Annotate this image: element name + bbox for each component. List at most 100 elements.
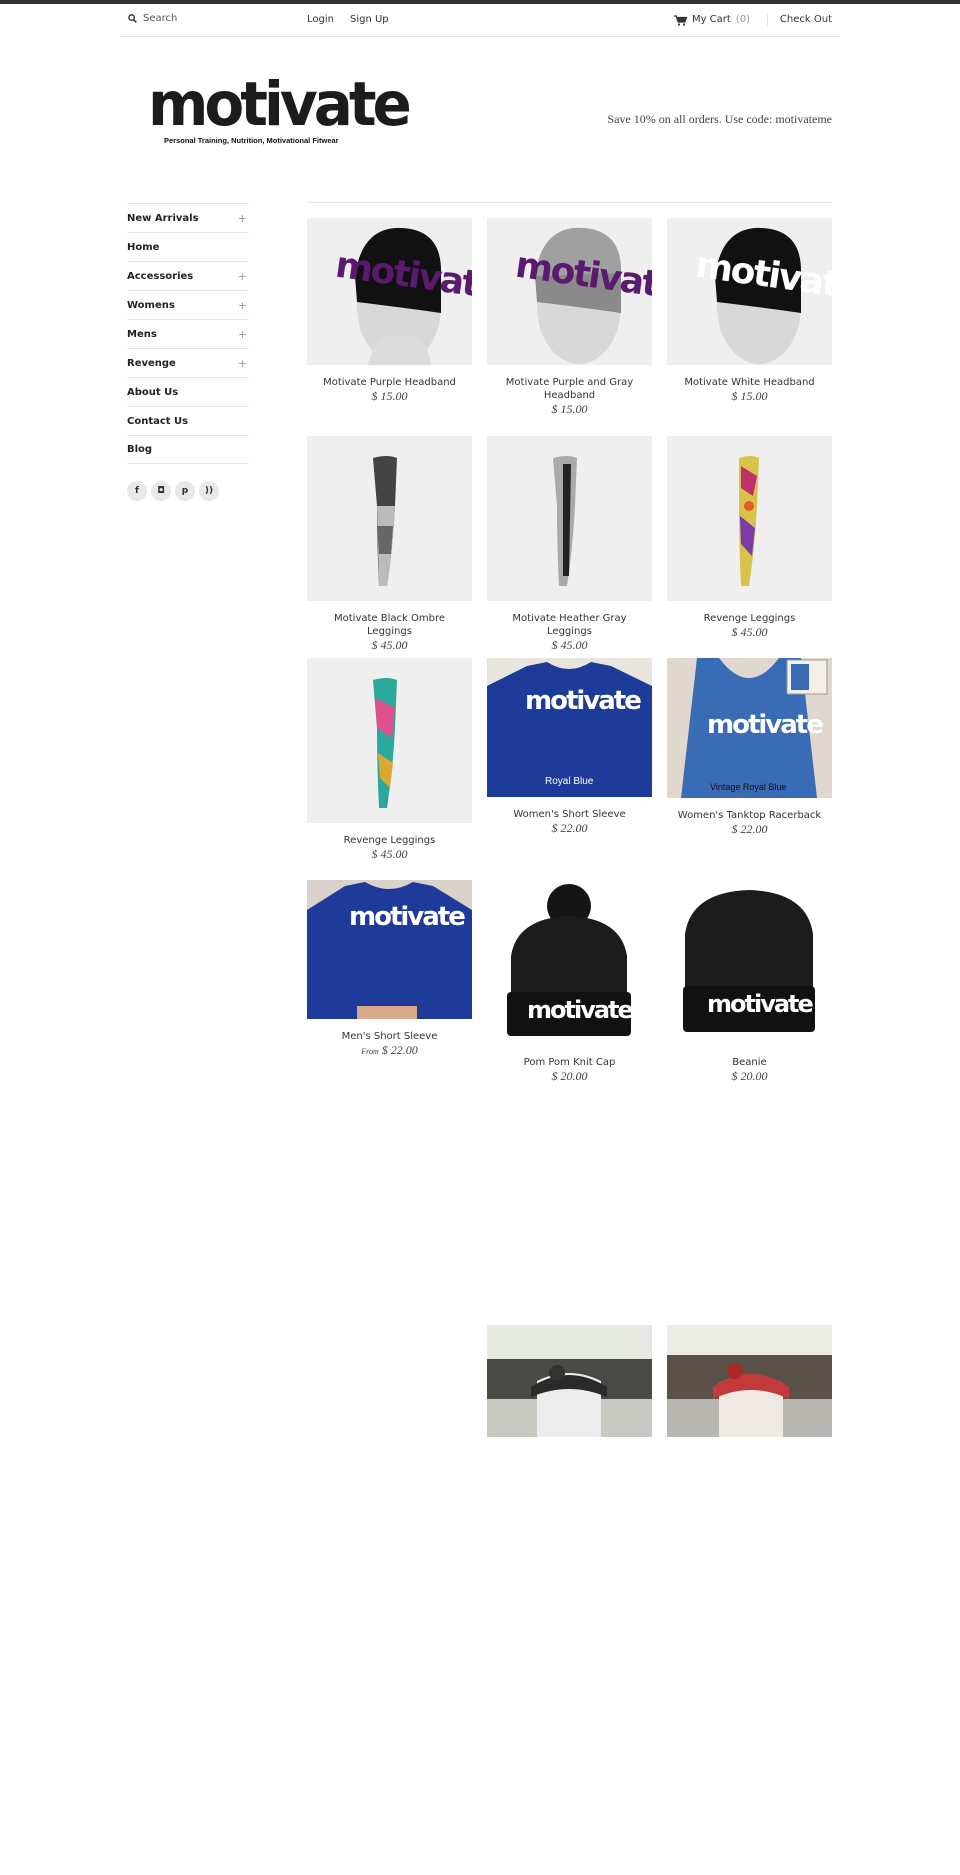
product-card[interactable]: motivate Motivate White Headband $ 15.00	[667, 218, 832, 404]
sidebar-item-womens[interactable]: Womens +	[127, 290, 249, 319]
product-image[interactable]	[487, 436, 652, 601]
product-title[interactable]: Women's Tanktop Racerback	[667, 809, 832, 822]
instagram-icon[interactable]: ◘	[151, 481, 171, 501]
sidebar-item-blog[interactable]: Blog	[127, 435, 249, 464]
image-wordmark: motivate	[707, 710, 824, 740]
product-image[interactable]: motivate Vintage Royal Blue	[667, 658, 832, 798]
sidebar-item-mens[interactable]: Mens +	[127, 319, 249, 348]
expand-icon[interactable]: +	[238, 299, 247, 312]
expand-icon[interactable]: +	[238, 328, 247, 341]
pinterest-icon[interactable]: p	[175, 481, 195, 501]
product-image[interactable]: motivate	[307, 218, 472, 365]
product-title[interactable]: Motivate Purple and Gray Headband	[487, 376, 652, 402]
image-wordmark: motivate	[525, 686, 642, 716]
product-card[interactable]: motivate Men's Short Sleeve From $ 22.00	[307, 880, 472, 1059]
sidebar-item-new-arrivals[interactable]: New Arrivals +	[127, 203, 249, 232]
price-from-label: From	[361, 1047, 379, 1056]
expand-icon[interactable]: +	[238, 212, 247, 225]
rss-icon[interactable]: ))	[199, 481, 219, 501]
site-header: Login Sign Up My Cart (0) Check Out	[120, 4, 840, 37]
grid-divider	[307, 202, 833, 203]
product-title[interactable]: Beanie	[667, 1056, 832, 1069]
image-wordmark: motivate	[707, 990, 814, 1018]
checkout-link[interactable]: Check Out	[780, 13, 832, 27]
logo-wordmark: motivate	[148, 68, 412, 140]
sidebar-item-accessories[interactable]: Accessories +	[127, 261, 249, 290]
product-price: $ 22.00	[731, 822, 768, 836]
image-wordmark: motivate	[349, 902, 466, 932]
search-input[interactable]	[143, 13, 293, 24]
product-price: $ 20.00	[551, 1069, 588, 1083]
product-card[interactable]	[487, 1325, 652, 1437]
product-card[interactable]: motivate Vintage Royal Blue Women's Tank…	[667, 658, 832, 837]
cart-link[interactable]: My Cart (0)	[673, 13, 750, 27]
product-card[interactable]: Revenge Leggings $ 45.00	[667, 436, 832, 640]
product-image[interactable]	[487, 1325, 652, 1437]
login-link[interactable]: Login	[307, 13, 334, 27]
product-image[interactable]	[667, 1325, 832, 1437]
product-card[interactable]: motivate Royal Blue Women's Short Sleeve…	[487, 658, 652, 836]
expand-icon[interactable]: +	[238, 270, 247, 283]
product-card[interactable]: Motivate Heather Gray Leggings $ 45.00	[487, 436, 652, 653]
sidebar-item-label: New Arrivals	[127, 212, 199, 224]
product-price: $ 15.00	[731, 389, 768, 403]
product-price: From $ 22.00	[307, 1043, 472, 1059]
sidebar-item-label: Womens	[127, 299, 175, 311]
product-title[interactable]: Motivate Black Ombre Leggings	[307, 612, 472, 638]
product-card[interactable]: motivate Pom Pom Knit Cap $ 20.00	[487, 880, 652, 1084]
product-title[interactable]: Revenge Leggings	[307, 834, 472, 847]
product-image[interactable]	[667, 436, 832, 601]
product-title[interactable]: Men's Short Sleeve	[307, 1030, 472, 1043]
product-price: $ 15.00	[551, 402, 588, 416]
sidebar-item-revenge[interactable]: Revenge +	[127, 348, 249, 377]
sidebar-item-label: Revenge	[127, 357, 176, 369]
product-card[interactable]: Revenge Leggings $ 45.00	[307, 658, 472, 862]
product-title[interactable]: Motivate White Headband	[667, 376, 832, 389]
cart-icon	[673, 14, 687, 26]
site-logo[interactable]: motivate Personal Training, Nutrition, M…	[136, 68, 412, 154]
search-icon	[128, 14, 137, 23]
product-title[interactable]: Motivate Purple Headband	[307, 376, 472, 389]
product-title[interactable]: Motivate Heather Gray Leggings	[487, 612, 652, 638]
expand-icon[interactable]: +	[238, 357, 247, 370]
product-title[interactable]: Women's Short Sleeve	[487, 808, 652, 821]
product-image[interactable]: motivate Royal Blue	[487, 658, 652, 797]
sidebar-item-label: Contact Us	[127, 415, 189, 427]
product-card[interactable]	[667, 1325, 832, 1437]
logo-tagline: Personal Training, Nutrition, Motivation…	[164, 136, 339, 145]
product-price: $ 45.00	[371, 847, 408, 861]
product-card[interactable]: motivate Motivate Purple Headband $ 15.0…	[307, 218, 472, 404]
product-image[interactable]: motivate	[667, 218, 832, 365]
product-card[interactable]: Motivate Black Ombre Leggings $ 45.00	[307, 436, 472, 653]
sidebar-item-contact-us[interactable]: Contact Us	[127, 406, 249, 435]
product-image[interactable]: motivate	[307, 880, 472, 1019]
cart-label: My Cart	[691, 14, 731, 25]
sidebar-item-about-us[interactable]: About Us	[127, 377, 249, 406]
image-color-label: Royal Blue	[545, 776, 594, 787]
search-box[interactable]	[128, 13, 293, 24]
sidebar-item-label: Home	[127, 241, 160, 253]
product-card[interactable]: motivate Beanie $ 20.00	[667, 880, 832, 1084]
product-image[interactable]: motivate	[487, 218, 652, 365]
signup-link[interactable]: Sign Up	[350, 13, 389, 27]
image-wordmark: motivate	[527, 996, 634, 1024]
sidebar-item-home[interactable]: Home	[127, 232, 249, 261]
sidebar-item-label: Mens	[127, 328, 157, 340]
product-title[interactable]: Pom Pom Knit Cap	[487, 1056, 652, 1069]
social-links: f ◘ p))	[127, 481, 219, 501]
product-image[interactable]: motivate	[487, 880, 652, 1045]
product-image[interactable]: motivate	[667, 880, 832, 1045]
sidebar-item-label: Blog	[127, 444, 153, 455]
product-image[interactable]	[307, 436, 472, 601]
product-price: $ 45.00	[371, 638, 408, 652]
product-title[interactable]: Revenge Leggings	[667, 612, 832, 625]
product-image[interactable]	[307, 658, 472, 823]
facebook-icon[interactable]: f	[127, 481, 147, 501]
product-price: $ 20.00	[731, 1069, 768, 1083]
price-value: $ 22.00	[381, 1043, 418, 1057]
sidebar-item-label: Accessories	[127, 270, 194, 282]
product-card[interactable]: motivate Motivate Purple and Gray Headba…	[487, 218, 652, 417]
promo-banner: Save 10% on all orders. Use code: motiva…	[607, 112, 832, 126]
sidebar-nav: New Arrivals + Home Accessories + Womens + Mens…	[127, 203, 249, 464]
product-price: $ 45.00	[731, 625, 768, 639]
